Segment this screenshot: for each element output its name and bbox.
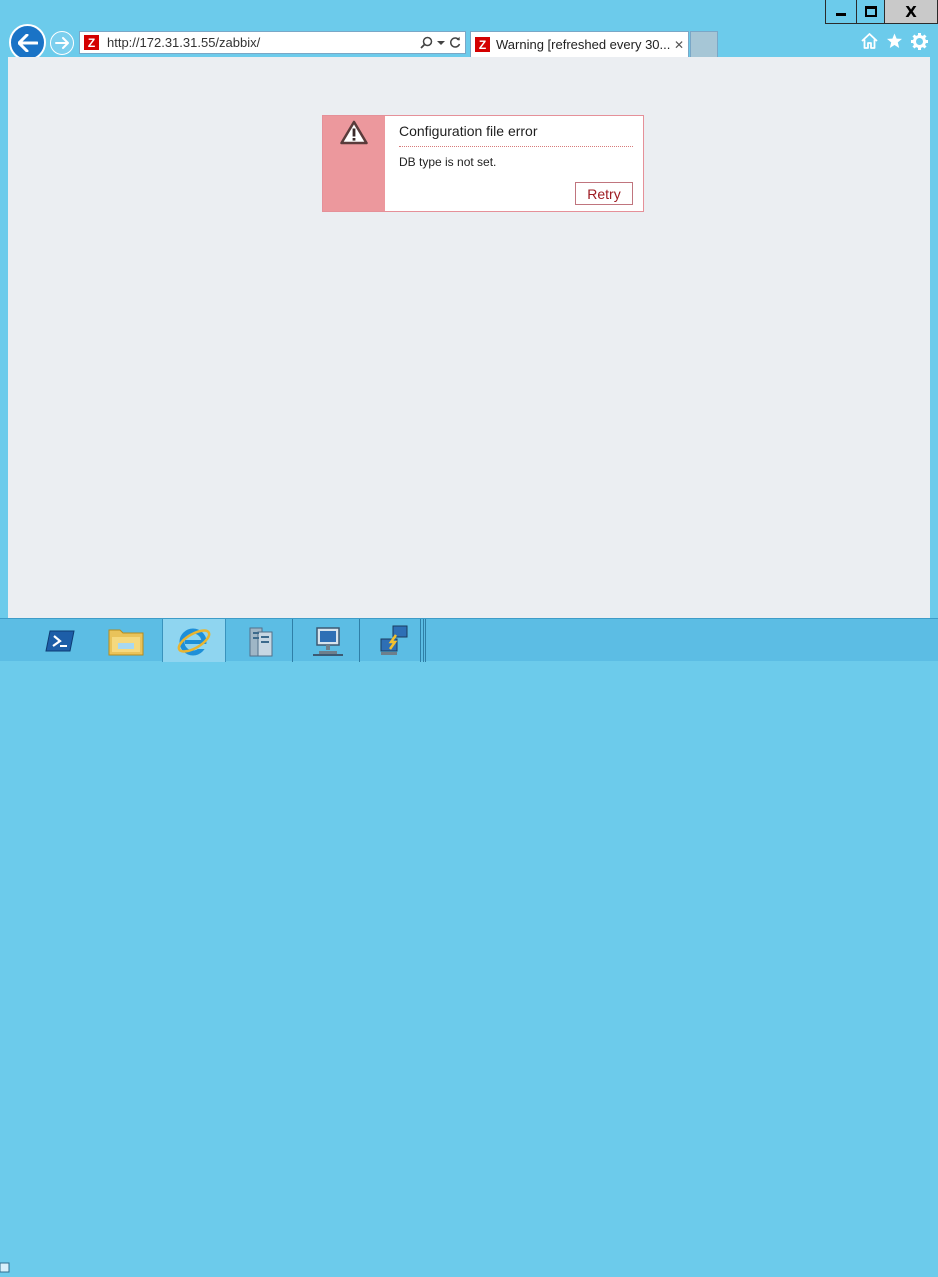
taskbar-server-manager[interactable] <box>229 619 293 662</box>
error-body: Configuration file error DB type is not … <box>385 116 643 211</box>
back-arrow-icon <box>17 33 38 52</box>
dropdown-icon[interactable] <box>437 40 445 46</box>
remote-desktop-icon <box>380 625 407 655</box>
maximize-icon <box>864 6 877 17</box>
browser-window: X Z http://172.31.31.55/zabbix/ Z Warnin… <box>0 0 938 618</box>
maximize-button[interactable] <box>857 0 885 24</box>
minimize-button[interactable] <box>825 0 857 24</box>
favorites-star-icon[interactable] <box>886 33 903 49</box>
site-favicon: Z <box>84 35 99 50</box>
window-controls: X <box>825 0 938 26</box>
taskbar-file-explorer[interactable] <box>94 619 158 662</box>
error-title: Configuration file error <box>399 123 633 147</box>
network-computer-icon <box>312 626 343 656</box>
refresh-icon[interactable] <box>449 36 461 49</box>
address-url[interactable]: http://172.31.31.55/zabbix/ <box>107 35 420 50</box>
warning-triangle-icon <box>340 120 368 145</box>
error-sidebar <box>323 116 385 211</box>
show-desktop-icon[interactable] <box>0 1259 10 1277</box>
internet-explorer-icon <box>177 628 211 655</box>
tab-active[interactable]: Z Warning [refreshed every 30... ✕ <box>470 31 689 57</box>
tab-title: Warning [refreshed every 30... <box>496 37 671 52</box>
error-dialog: Configuration file error DB type is not … <box>322 115 644 212</box>
taskbar-network-computer[interactable] <box>296 619 360 662</box>
tab-favicon: Z <box>475 37 490 52</box>
forward-arrow-icon <box>55 37 69 49</box>
taskbar-internet-explorer[interactable] <box>162 619 226 662</box>
powershell-icon <box>45 630 75 651</box>
taskbar-powershell[interactable] <box>28 619 92 662</box>
close-window-button[interactable]: X <box>885 0 938 24</box>
server-manager-icon <box>249 627 272 656</box>
back-button[interactable] <box>9 24 46 61</box>
taskbar <box>0 618 938 1273</box>
minimize-icon <box>836 13 846 16</box>
taskbar-remote-desktop[interactable] <box>362 619 426 662</box>
close-icon: X <box>905 2 917 21</box>
settings-gear-icon[interactable] <box>911 33 928 50</box>
error-message: DB type is not set. <box>399 155 497 169</box>
file-explorer-icon <box>108 629 144 655</box>
home-icon[interactable] <box>861 33 878 49</box>
new-tab-button[interactable] <box>690 31 718 57</box>
search-icon[interactable] <box>420 36 433 49</box>
address-bar[interactable]: Z http://172.31.31.55/zabbix/ <box>79 31 466 54</box>
retry-button[interactable]: Retry <box>575 182 633 205</box>
forward-button[interactable] <box>50 31 74 55</box>
tab-close-icon[interactable]: ✕ <box>674 38 684 52</box>
page-content: Configuration file error DB type is not … <box>8 57 930 618</box>
taskbar-separator <box>420 619 424 662</box>
